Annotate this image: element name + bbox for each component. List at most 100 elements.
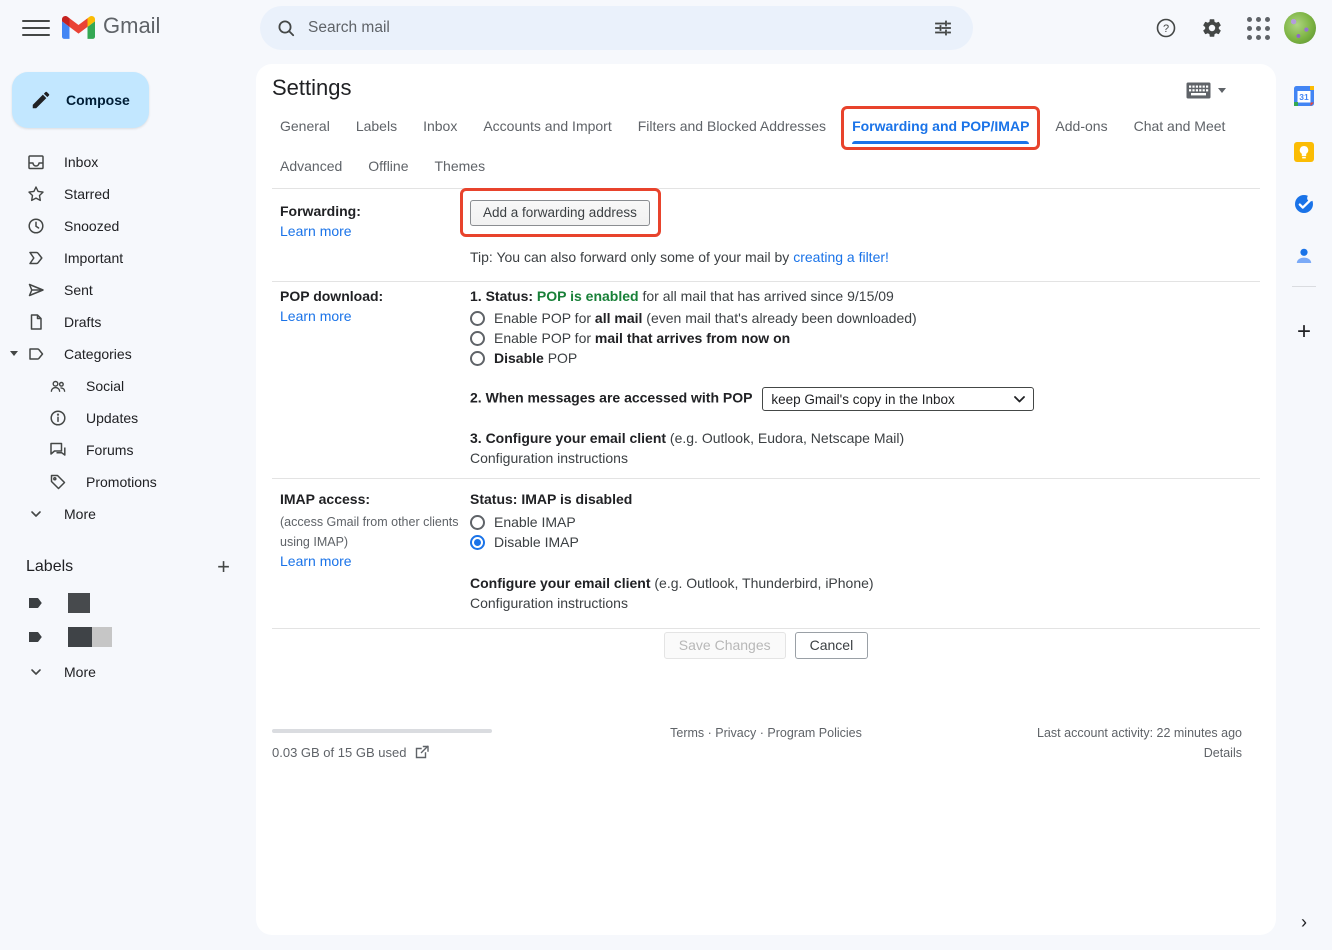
tab-general[interactable]: General [280, 118, 330, 134]
label-icon [26, 344, 46, 364]
save-changes-button[interactable]: Save Changes [664, 632, 786, 659]
sidebar-item-inbox[interactable]: Inbox [0, 146, 256, 178]
redacted-label-name [68, 627, 92, 647]
settings-gear-icon[interactable] [1192, 8, 1232, 48]
radio-button[interactable] [470, 331, 485, 346]
creating-a-filter-link[interactable]: creating a filter! [793, 249, 889, 265]
chevron-down-icon [1218, 88, 1226, 93]
tab-offline[interactable]: Offline [368, 158, 408, 174]
sidebar-nav: Inbox Starred Snoozed Important Sent Dra… [0, 146, 256, 530]
sidebar-item-drafts[interactable]: Drafts [0, 306, 256, 338]
divider [272, 188, 1260, 189]
tab-labels[interactable]: Labels [356, 118, 397, 134]
forwarding-learn-more-link[interactable]: Learn more [280, 223, 352, 239]
tab-filters-and-blocked-addresses[interactable]: Filters and Blocked Addresses [638, 118, 826, 134]
pop-status-line: 1. Status: POP is enabled for all mail t… [470, 288, 894, 304]
pop-learn-more-link[interactable]: Learn more [280, 308, 352, 324]
user-label-2[interactable] [0, 620, 112, 654]
details-link[interactable]: Details [1204, 746, 1242, 760]
star-icon [26, 184, 46, 204]
tab-forwarding-and-pop-imap[interactable]: Forwarding and POP/IMAP [852, 118, 1029, 134]
clock-icon [26, 216, 46, 236]
program-policies-link[interactable]: Program Policies [767, 726, 861, 740]
calendar-icon[interactable]: 31 [1284, 76, 1324, 116]
cancel-button[interactable]: Cancel [795, 632, 869, 659]
tab-accounts-and-import[interactable]: Accounts and Import [483, 118, 611, 134]
active-tab-underline [852, 141, 1029, 144]
pop-configuration-instructions-link[interactable]: Configuration instructions [470, 450, 628, 466]
user-label-1[interactable] [0, 586, 90, 620]
user-avatar[interactable] [1284, 12, 1316, 44]
redacted-label-name [68, 593, 90, 613]
sidebar-item-important[interactable]: Important [0, 242, 256, 274]
main-menu-icon[interactable] [22, 16, 50, 40]
contacts-icon[interactable] [1284, 236, 1324, 276]
keep-icon[interactable] [1284, 132, 1324, 172]
add-forwarding-address-button[interactable]: Add a forwarding address [470, 200, 650, 226]
imap-option-disable[interactable]: Disable IMAP [470, 532, 579, 552]
compose-label: Compose [66, 92, 130, 108]
radio-button[interactable] [470, 515, 485, 530]
side-panel: 31 + › [1276, 56, 1332, 950]
forwarding-section-label: Forwarding: [280, 203, 361, 219]
pop-step3-row: 3. Configure your email client (e.g. Out… [470, 430, 904, 446]
search-bar[interactable]: Search mail [260, 6, 973, 50]
tab-add-ons[interactable]: Add-ons [1055, 118, 1107, 134]
settings-tabs-row-2: Advanced Offline Themes [280, 158, 485, 174]
pop-step2-row: 2. When messages are accessed with POP k… [470, 387, 1034, 411]
pop-option-disable[interactable]: Disable POP [470, 348, 917, 368]
topbar-actions: ? [1146, 8, 1316, 48]
imap-section-note: (access Gmail from other clients using I… [280, 512, 466, 552]
sidebar-item-starred[interactable]: Starred [0, 178, 256, 210]
tab-themes[interactable]: Themes [435, 158, 486, 174]
search-icon[interactable] [276, 18, 296, 38]
sidebar-item-categories[interactable]: Categories [0, 338, 256, 370]
sidebar-item-more[interactable]: More [0, 498, 256, 530]
chat-icon [48, 440, 68, 460]
compose-button[interactable]: Compose [12, 72, 149, 128]
radio-button[interactable] [470, 311, 485, 326]
side-panel-collapse-icon[interactable]: › [1290, 908, 1318, 936]
pop-option-all-mail[interactable]: Enable POP for all mail (even mail that'… [470, 308, 917, 328]
terms-link[interactable]: Terms [670, 726, 704, 740]
tasks-icon[interactable] [1284, 184, 1324, 224]
inbox-icon [26, 152, 46, 172]
side-panel-divider [1292, 286, 1316, 287]
help-icon[interactable]: ? [1146, 8, 1186, 48]
labels-section-header: Labels + [0, 551, 256, 583]
sidebar-item-snoozed[interactable]: Snoozed [0, 210, 256, 242]
tag-icon [48, 472, 68, 492]
create-label-button[interactable]: + [217, 556, 230, 578]
tab-inbox[interactable]: Inbox [423, 118, 457, 134]
get-add-ons-button[interactable]: + [1284, 312, 1324, 352]
labels-more-button[interactable]: More [0, 656, 256, 688]
imap-learn-more-link[interactable]: Learn more [280, 553, 352, 569]
external-link-icon[interactable] [414, 744, 430, 760]
pop-option-from-now-on[interactable]: Enable POP for mail that arrives from no… [470, 328, 917, 348]
radio-button[interactable] [470, 535, 485, 550]
sidebar-item-promotions[interactable]: Promotions [0, 466, 256, 498]
pop-radio-group: Enable POP for all mail (even mail that'… [470, 308, 917, 368]
search-input[interactable]: Search mail [308, 19, 923, 37]
tab-advanced[interactable]: Advanced [280, 158, 342, 174]
divider [272, 628, 1260, 629]
imap-option-enable[interactable]: Enable IMAP [470, 512, 579, 532]
sidebar-item-updates[interactable]: Updates [0, 402, 256, 434]
page-title: Settings [272, 75, 352, 101]
label-solid-icon [26, 627, 46, 647]
divider [272, 281, 1260, 282]
gmail-logo[interactable]: Gmail [62, 13, 160, 39]
pop-action-select[interactable]: keep Gmail's copy in the Inbox [762, 387, 1034, 411]
tab-chat-and-meet[interactable]: Chat and Meet [1134, 118, 1226, 134]
collapse-caret-icon[interactable] [10, 351, 18, 356]
sidebar-item-forums[interactable]: Forums [0, 434, 256, 466]
sidebar-item-social[interactable]: Social [0, 370, 256, 402]
search-options-icon[interactable] [923, 8, 963, 48]
radio-button[interactable] [470, 351, 485, 366]
imap-configuration-instructions-link[interactable]: Configuration instructions [470, 595, 628, 611]
google-apps-icon[interactable] [1238, 8, 1278, 48]
input-tools-button[interactable] [1186, 82, 1226, 99]
privacy-link[interactable]: Privacy [715, 726, 756, 740]
sidebar-item-sent[interactable]: Sent [0, 274, 256, 306]
add-forwarding-wrap: Add a forwarding address [470, 200, 650, 226]
